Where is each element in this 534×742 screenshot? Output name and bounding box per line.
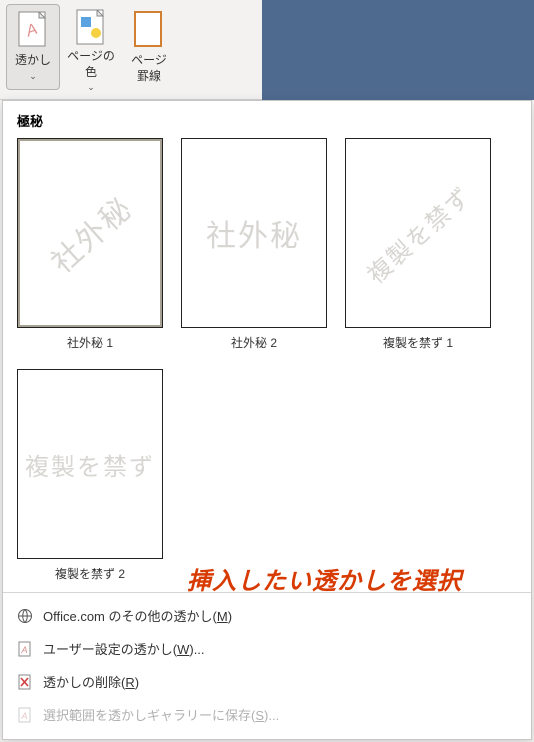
thumb-preview: 複製を禁ず — [17, 369, 163, 559]
watermark-thumb[interactable]: 社外秘 社外秘 1 — [17, 138, 163, 351]
page-x-icon — [17, 674, 33, 690]
watermark-button[interactable]: A 透かし ⌄ — [6, 4, 60, 90]
thumb-label: 社外秘 1 — [67, 334, 113, 351]
menu-label: 選択範囲を透かしギャラリーに保存(S)... — [43, 705, 279, 724]
section-title: 極秘 — [17, 111, 517, 130]
page-background-group: A 透かし ⌄ ページの 色 ⌄ — [6, 4, 188, 90]
watermark-thumb[interactable]: 複製を禁ず 複製を禁ず 2 — [17, 369, 163, 582]
page-borders-button[interactable]: ページ 罫線 — [122, 4, 176, 90]
thumb-label: 複製を禁ず 1 — [383, 334, 453, 351]
watermark-preview-text: 複製を禁ず — [25, 447, 155, 482]
page-save-icon: A — [17, 707, 33, 723]
gallery-grid: 社外秘 社外秘 1 社外秘 社外秘 2 複製を禁ず 複製を禁ず 1 複製を禁ず — [17, 138, 517, 582]
page-color-icon — [74, 9, 108, 45]
thumb-label: 複製を禁ず 2 — [55, 565, 125, 582]
menu-save-to-gallery: A 選択範囲を透かしギャラリーに保存(S)... — [3, 698, 531, 731]
menu-label: 透かしの削除(R) — [43, 672, 139, 691]
watermark-label: 透かし — [15, 53, 51, 69]
page-a-icon: A — [17, 641, 33, 657]
menu-label: ユーザー設定の透かし(W)... — [43, 639, 205, 658]
watermark-preview-text: 社外秘 — [40, 185, 141, 282]
gallery-menu: Office.com のその他の透かし(M) A ユーザー設定の透かし(W)..… — [3, 592, 531, 739]
page-color-button[interactable]: ページの 色 ⌄ — [64, 4, 118, 90]
chevron-down-icon: ⌄ — [29, 71, 37, 83]
thumb-preview: 複製を禁ず — [345, 138, 491, 328]
page-borders-icon — [132, 9, 166, 49]
watermark-icon: A — [16, 9, 50, 49]
svg-text:A: A — [20, 711, 27, 721]
menu-remove-watermark[interactable]: 透かしの削除(R) — [3, 665, 531, 698]
menu-office-more[interactable]: Office.com のその他の透かし(M) — [3, 599, 531, 632]
gallery-scroll-area[interactable]: 極秘 社外秘 社外秘 1 社外秘 社外秘 2 複製を禁ず 複製を禁ず 1 — [3, 101, 531, 592]
watermark-preview-text: 社外秘 — [206, 211, 302, 255]
page-borders-label: ページ 罫線 — [131, 53, 167, 84]
watermark-preview-text: 複製を禁ず — [358, 177, 478, 290]
menu-label: Office.com のその他の透かし(M) — [43, 606, 232, 625]
watermark-gallery-panel: 極秘 社外秘 社外秘 1 社外秘 社外秘 2 複製を禁ず 複製を禁ず 1 — [2, 100, 532, 740]
ribbon: A 透かし ⌄ ページの 色 ⌄ — [0, 0, 534, 100]
svg-text:A: A — [20, 645, 27, 655]
chevron-down-icon: ⌄ — [87, 82, 95, 94]
watermark-thumb[interactable]: 社外秘 社外秘 2 — [181, 138, 327, 351]
menu-custom-watermark[interactable]: A ユーザー設定の透かし(W)... — [3, 632, 531, 665]
page-color-label: ページの 色 — [67, 49, 115, 80]
thumb-label: 社外秘 2 — [231, 334, 277, 351]
thumb-preview: 社外秘 — [17, 138, 163, 328]
watermark-thumb[interactable]: 複製を禁ず 複製を禁ず 1 — [345, 138, 491, 351]
document-background — [262, 0, 534, 100]
thumb-preview: 社外秘 — [181, 138, 327, 328]
globe-icon — [17, 608, 33, 624]
